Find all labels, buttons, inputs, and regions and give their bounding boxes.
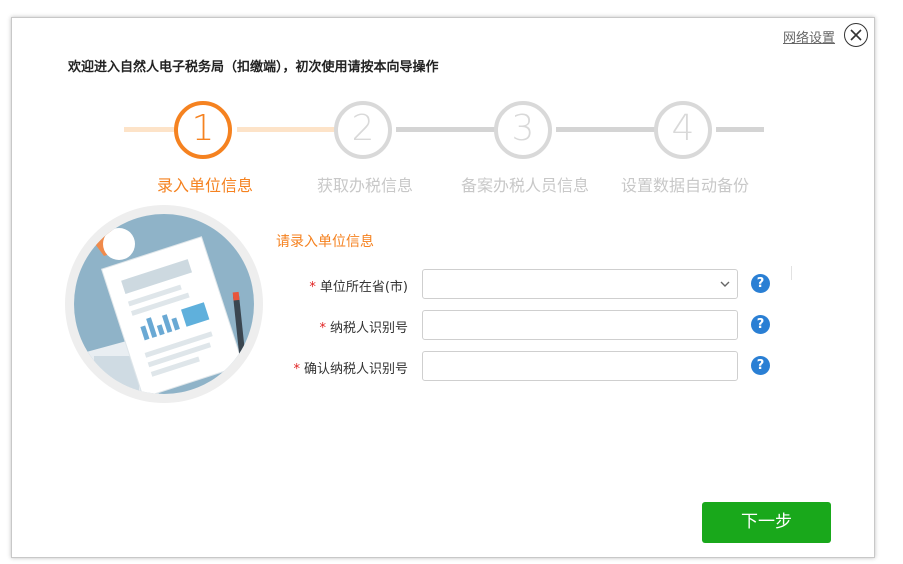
wizard-steps: 1 2 3 4 录入单位信息 获取办税信息 备案办税人员信息 设置数据自动备份: [12, 98, 876, 198]
vertical-divider: [791, 266, 792, 280]
required-mark: *: [293, 362, 300, 377]
wizard-window: 网络设置 欢迎进入自然人电子税务局（扣缴端），初次使用请按本向导操作 1 2 3…: [11, 17, 875, 558]
required-mark: *: [319, 321, 326, 336]
step-4-label: 设置数据自动备份: [621, 176, 750, 195]
confirm-id-label: * 确认纳税人识别号: [293, 358, 408, 377]
step-connector-3: [396, 127, 496, 132]
taxpayer-id-help-icon[interactable]: ?: [751, 315, 770, 334]
confirm-id-row: * 确认纳税人识别号 ?: [272, 351, 792, 383]
step-connector-4: [556, 127, 656, 132]
network-settings-link[interactable]: 网络设置: [783, 27, 835, 46]
confirm-id-input[interactable]: [422, 351, 738, 381]
province-select[interactable]: [422, 269, 738, 299]
taxpayer-id-label: * 纳税人识别号: [319, 317, 408, 336]
province-row: * 单位所在省(市) ?: [272, 269, 792, 301]
confirm-id-label-text: 确认纳税人识别号: [303, 362, 408, 377]
step-connector-2: [237, 127, 337, 132]
step-4-circle: 4: [654, 101, 712, 159]
taxpayer-id-input[interactable]: [422, 310, 738, 340]
required-mark: *: [309, 280, 316, 295]
confirm-id-help-icon[interactable]: ?: [751, 356, 770, 375]
province-label: * 单位所在省(市): [309, 276, 408, 295]
step-3-label: 备案办税人员信息: [461, 176, 590, 195]
step-connector-1: [124, 127, 174, 132]
step-1-circle: 1: [174, 101, 232, 159]
taxpayer-id-label-text: 纳税人识别号: [329, 321, 408, 336]
province-help-icon[interactable]: ?: [751, 274, 770, 293]
document-illustration: [65, 205, 263, 403]
step-2-circle: 2: [334, 101, 392, 159]
province-label-text: 单位所在省(市): [319, 280, 408, 295]
next-button[interactable]: 下一步: [702, 502, 831, 543]
chevron-down-icon: [720, 281, 730, 287]
step-1-label: 录入单位信息: [157, 176, 254, 195]
close-button[interactable]: [844, 23, 868, 47]
step-2-label: 获取办税信息: [317, 176, 414, 195]
taxpayer-id-row: * 纳税人识别号 ?: [272, 310, 792, 342]
step-3-circle: 3: [494, 101, 552, 159]
form-title: 请录入单位信息: [276, 234, 374, 250]
close-icon: [850, 29, 862, 41]
welcome-text: 欢迎进入自然人电子税务局（扣缴端），初次使用请按本向导操作: [68, 60, 439, 75]
step-connector-5: [716, 127, 764, 132]
